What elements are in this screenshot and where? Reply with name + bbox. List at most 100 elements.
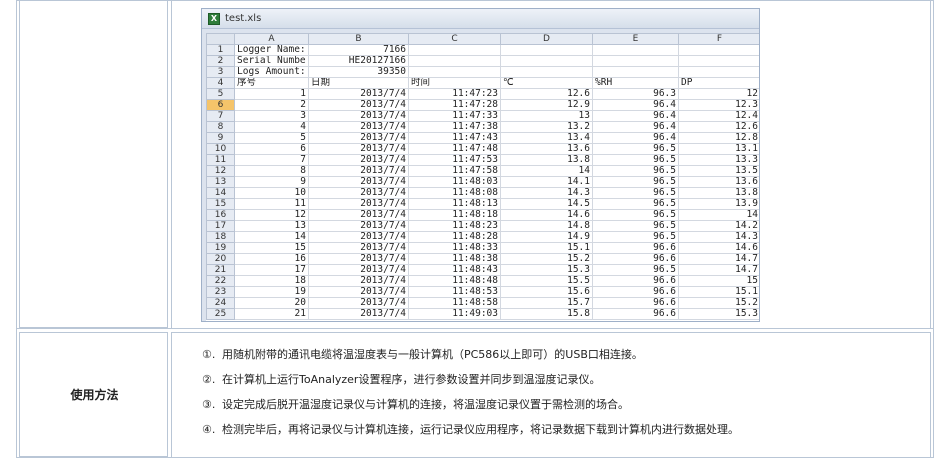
cell[interactable]: 11:47:28 <box>408 99 501 111</box>
row-header[interactable]: 10 <box>206 143 235 155</box>
cell[interactable]: 11:48:43 <box>408 264 501 276</box>
cell[interactable]: 13.8 <box>678 187 759 199</box>
cell[interactable] <box>592 66 679 78</box>
cell[interactable]: 96.6 <box>592 253 679 265</box>
cell[interactable]: 2013/7/4 <box>308 286 409 298</box>
cell[interactable]: 8 <box>234 165 309 177</box>
cell[interactable]: 14.6 <box>500 209 593 221</box>
row-header[interactable]: 17 <box>206 220 235 232</box>
column-header[interactable]: C <box>408 33 501 45</box>
cell[interactable]: 96.6 <box>592 286 679 298</box>
cell[interactable]: 11:48:58 <box>408 297 501 309</box>
cell[interactable]: 13.6 <box>500 143 593 155</box>
cell[interactable]: 11:48:03 <box>408 176 501 188</box>
cell[interactable]: 96.6 <box>592 275 679 287</box>
column-header[interactable]: A <box>234 33 309 45</box>
cell[interactable]: 11:47:23 <box>408 88 501 100</box>
cell[interactable]: 2013/7/4 <box>308 143 409 155</box>
cell[interactable] <box>592 44 679 56</box>
cell[interactable]: 11:47:38 <box>408 121 501 133</box>
cell[interactable]: 15.3 <box>500 264 593 276</box>
row-header[interactable]: 4 <box>206 77 235 89</box>
cell[interactable]: 14.1 <box>500 176 593 188</box>
cell[interactable]: 14.7 <box>678 264 759 276</box>
cell[interactable]: 10 <box>234 187 309 199</box>
cell[interactable]: 15.5 <box>500 275 593 287</box>
cell[interactable]: Logs Amount: <box>234 66 309 78</box>
cell[interactable]: 11:47:58 <box>408 165 501 177</box>
cell[interactable] <box>500 44 593 56</box>
cell[interactable]: 7166 <box>308 44 409 56</box>
cell[interactable]: 4 <box>234 121 309 133</box>
cell[interactable]: 14 <box>678 209 759 221</box>
cell[interactable]: 16 <box>234 253 309 265</box>
cell[interactable]: 12 <box>678 88 759 100</box>
cell[interactable]: 15.1 <box>500 242 593 254</box>
cell[interactable]: 19 <box>234 286 309 298</box>
cell[interactable]: 2013/7/4 <box>308 297 409 309</box>
cell[interactable]: 13.2 <box>500 121 593 133</box>
row-header[interactable]: 12 <box>206 165 235 177</box>
cell[interactable]: 11:47:48 <box>408 143 501 155</box>
cell[interactable]: 15.7 <box>500 297 593 309</box>
cell[interactable]: 2013/7/4 <box>308 99 409 111</box>
cell[interactable]: 2013/7/4 <box>308 275 409 287</box>
cell[interactable]: 11:48:23 <box>408 220 501 232</box>
cell[interactable]: 96.4 <box>592 110 679 122</box>
row-header[interactable]: 9 <box>206 132 235 144</box>
row-header[interactable]: 6 <box>206 99 235 111</box>
cell[interactable]: 14.9 <box>500 231 593 243</box>
cell[interactable]: 2013/7/4 <box>308 154 409 166</box>
cell[interactable]: 20 <box>234 297 309 309</box>
cell[interactable]: HE20127166 <box>308 55 409 67</box>
cell[interactable]: 96.4 <box>592 121 679 133</box>
column-header[interactable]: D <box>500 33 593 45</box>
cell[interactable]: 11:48:28 <box>408 231 501 243</box>
cell[interactable]: 序号 <box>234 77 309 89</box>
cell[interactable]: 12.4 <box>678 110 759 122</box>
row-header[interactable]: 16 <box>206 209 235 221</box>
cell[interactable]: 96.5 <box>592 264 679 276</box>
cell[interactable]: Logger Name: <box>234 44 309 56</box>
row-header[interactable]: 5 <box>206 88 235 100</box>
cell[interactable]: 2013/7/4 <box>308 242 409 254</box>
cell[interactable]: 14.2 <box>678 220 759 232</box>
cell[interactable] <box>500 66 593 78</box>
cell[interactable]: 2 <box>234 99 309 111</box>
cell[interactable]: 11:48:48 <box>408 275 501 287</box>
row-header[interactable]: 1 <box>206 44 235 56</box>
cell[interactable]: 11:47:33 <box>408 110 501 122</box>
cell[interactable]: 11 <box>234 198 309 210</box>
cell[interactable]: ℃ <box>500 77 593 89</box>
cell[interactable]: 96.5 <box>592 231 679 243</box>
row-header[interactable]: 11 <box>206 154 235 166</box>
row-header[interactable]: 15 <box>206 198 235 210</box>
cell[interactable]: 13.6 <box>678 176 759 188</box>
row-header[interactable]: 24 <box>206 297 235 309</box>
cell[interactable]: 2013/7/4 <box>308 187 409 199</box>
cell[interactable]: 96.6 <box>592 308 679 320</box>
cell[interactable]: 14.5 <box>500 198 593 210</box>
cell[interactable]: 2013/7/4 <box>308 308 409 320</box>
cell[interactable]: 96.3 <box>592 88 679 100</box>
cell[interactable]: 13.4 <box>500 132 593 144</box>
cell[interactable]: 12.8 <box>678 132 759 144</box>
column-header[interactable]: E <box>592 33 679 45</box>
cell[interactable]: 13 <box>500 110 593 122</box>
cell[interactable]: 17 <box>234 264 309 276</box>
cell[interactable]: 96.5 <box>592 220 679 232</box>
cell[interactable]: 39350 <box>308 66 409 78</box>
cell[interactable]: 2013/7/4 <box>308 220 409 232</box>
row-header[interactable]: 3 <box>206 66 235 78</box>
cell[interactable] <box>678 55 759 67</box>
cell[interactable]: 2013/7/4 <box>308 253 409 265</box>
cell[interactable]: 9 <box>234 176 309 188</box>
cell[interactable] <box>500 55 593 67</box>
cell[interactable]: 96.5 <box>592 143 679 155</box>
cell[interactable]: DP <box>678 77 759 89</box>
cell[interactable]: 11:47:53 <box>408 154 501 166</box>
cell[interactable] <box>678 66 759 78</box>
cell[interactable]: 14.3 <box>678 231 759 243</box>
cell[interactable]: 11:48:13 <box>408 198 501 210</box>
cell[interactable]: 13.8 <box>500 154 593 166</box>
